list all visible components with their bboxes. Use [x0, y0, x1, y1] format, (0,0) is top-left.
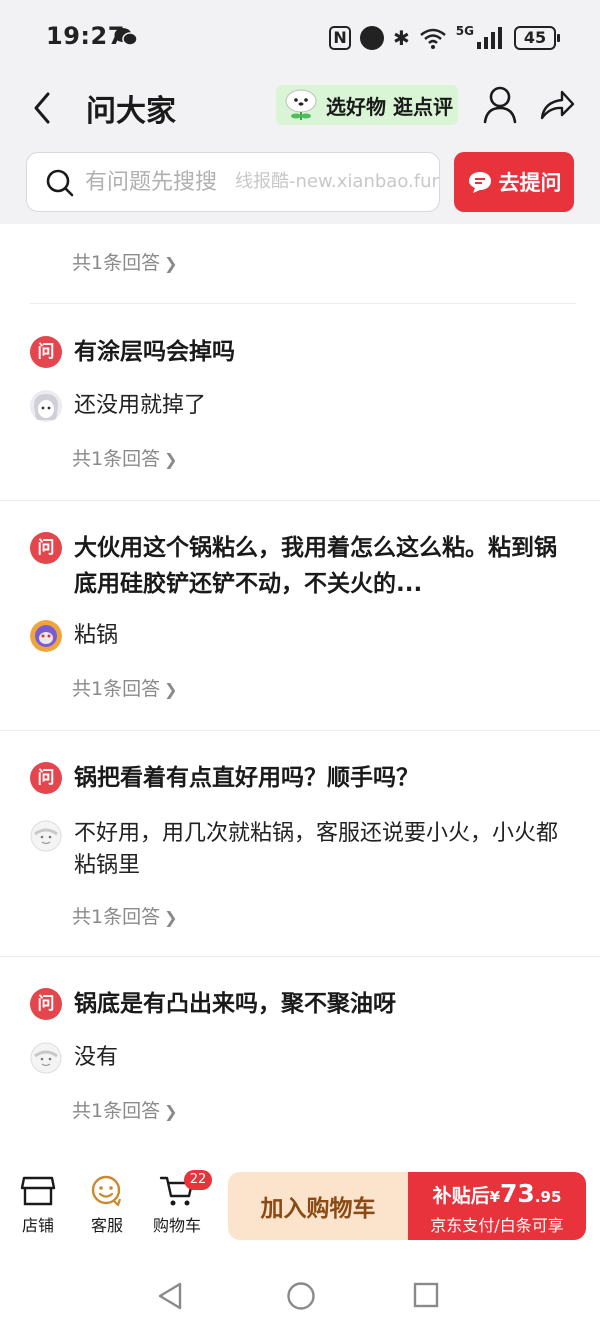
answer-text: 没有	[74, 1045, 119, 1070]
share-icon[interactable]	[538, 88, 576, 122]
buy-price-decimal: .95	[534, 1188, 562, 1206]
qa-list: 共1条回答 ❯ 问 有涂层吗会掉吗 还没用就掉了 共1条回答 ❯ 问 大伙用这个…	[0, 224, 600, 1150]
wifi-icon	[419, 28, 446, 49]
ask-question-button[interactable]: 去提问	[454, 152, 574, 212]
question-badge: 问	[30, 532, 62, 564]
question-badge: 问	[30, 988, 62, 1020]
question-badge: 问	[30, 762, 62, 794]
nfc-icon: N	[329, 26, 352, 50]
cellular-signal-icon	[477, 27, 502, 49]
watermark-text: 线报酷-new.xianbao.fun	[235, 171, 440, 192]
add-to-cart-button[interactable]: 加入购物车	[228, 1172, 408, 1240]
search-box[interactable]: 线报酷-new.xianbao.fun	[26, 152, 440, 212]
cart-count-badge: 22	[184, 1170, 212, 1190]
answer-count-link[interactable]: 共1条回答 ❯	[72, 674, 178, 701]
answer-count-label: 共1条回答	[72, 448, 161, 470]
speech-bubble-icon	[468, 172, 491, 193]
customer-service-icon	[91, 1175, 122, 1207]
network-type-label: 5G	[455, 24, 474, 38]
alarm-icon	[360, 26, 385, 50]
answer-count-label: 共1条回答	[72, 678, 161, 700]
chevron-right-icon: ❯	[164, 450, 178, 469]
buy-subtitle: 京东支付/白条可享	[430, 1216, 564, 1235]
avatar-anime-girl-icon	[30, 390, 62, 422]
ask-question-label: 去提问	[498, 171, 562, 195]
answer-count-label: 共1条回答	[72, 906, 161, 928]
buy-price-line: 补贴后¥73.95	[408, 1179, 586, 1208]
cart-label: 购物车	[152, 1216, 201, 1235]
promo-entry[interactable]: 选好物 逛点评	[276, 85, 458, 125]
search-input[interactable]	[85, 153, 235, 211]
question-text[interactable]: 大伙用这个锅粘么，我用着怎么这么粘。粘到锅底用硅胶铲还铲不动，不关火的...	[74, 530, 574, 602]
avatar-hero-icon	[30, 620, 62, 652]
answer-count-label: 共1条回答	[72, 252, 161, 274]
battery-icon: 45	[514, 26, 560, 50]
search-row: 线报酷-new.xianbao.fun 去提问	[0, 152, 600, 214]
user-icon[interactable]	[482, 84, 518, 124]
avatar-default-icon	[30, 820, 62, 852]
avatar	[30, 820, 62, 852]
answer-count-link[interactable]: 共1条回答 ❯	[72, 1096, 178, 1123]
page-title: 问大家	[86, 94, 176, 129]
answer-count-label: 共1条回答	[72, 1100, 161, 1122]
qa-item: 问 锅底是有凸出来吗，聚不聚油呀 没有 共1条回答 ❯	[0, 956, 600, 1150]
answer-count-link[interactable]: 共1条回答 ❯	[72, 902, 178, 929]
system-nav-bar	[0, 1250, 600, 1329]
app-screen: 19:27 N ✱ 5G 45 问大家 选好物 逛点评 有问题先搜搜 线报酷-n…	[0, 0, 600, 1329]
mascot-dog-icon	[285, 89, 317, 120]
avatar	[30, 620, 62, 652]
status-bar: 19:27 N ✱ 5G 45	[0, 0, 600, 76]
service-label: 客服	[90, 1216, 123, 1235]
bluetooth-icon: ✱	[393, 26, 410, 50]
question-text[interactable]: 有涂层吗会掉吗	[74, 334, 574, 370]
back-arrow-icon[interactable]	[28, 88, 58, 128]
buy-prefix: 补贴后	[432, 1185, 490, 1207]
cart-button[interactable]: 22 购物车	[142, 1170, 212, 1236]
bottom-action-bar: 店铺 客服 22 购物车 加入购物车 补贴后¥73.95 京东支付/白条可享	[0, 1150, 600, 1250]
answer-text: 还没用就掉了	[74, 393, 207, 418]
qa-item: 问 锅把看着有点直好用吗？顺手吗？ 不好用，用几次就粘锅，客服还说要小火，小火都…	[0, 730, 600, 956]
chevron-right-icon: ❯	[164, 1102, 178, 1121]
answer-count-link[interactable]: 共1条回答 ❯	[72, 444, 178, 471]
promo-label: 选好物 逛点评	[326, 94, 453, 119]
buy-price-integer: 73	[500, 1179, 535, 1208]
store-button[interactable]: 店铺	[3, 1174, 73, 1236]
chevron-right-icon: ❯	[164, 680, 178, 699]
question-text[interactable]: 锅底是有凸出来吗，聚不聚油呀	[74, 986, 574, 1022]
qa-item: 问 大伙用这个锅粘么，我用着怎么这么粘。粘到锅底用硅胶铲还铲不动，不关火的...…	[0, 500, 600, 730]
status-icons: N ✱ 5G 45	[329, 24, 560, 52]
answer-count-link[interactable]: 共1条回答 ❯	[72, 248, 178, 275]
add-to-cart-label: 加入购物车	[260, 1196, 376, 1222]
store-label: 店铺	[21, 1216, 54, 1235]
wechat-icon	[114, 28, 138, 46]
service-button[interactable]: 客服	[72, 1174, 142, 1236]
avatar-default-icon	[30, 1042, 62, 1074]
question-badge: 问	[30, 336, 62, 368]
buy-now-button[interactable]: 补贴后¥73.95 京东支付/白条可享	[408, 1172, 586, 1240]
buy-currency: ¥	[489, 1188, 501, 1206]
qa-item: 问 有涂层吗会掉吗 还没用就掉了 共1条回答 ❯	[0, 304, 600, 500]
qa-item: 共1条回答 ❯	[0, 224, 600, 304]
chevron-right-icon: ❯	[164, 908, 178, 927]
store-icon	[20, 1176, 56, 1206]
answer-text: 粘锅	[74, 623, 119, 648]
search-icon	[46, 169, 74, 197]
nav-back-icon[interactable]	[156, 1280, 186, 1312]
avatar	[30, 1042, 62, 1074]
answer-text: 不好用，用几次就粘锅，客服还说要小火，小火都粘锅里	[74, 821, 559, 878]
question-text[interactable]: 锅把看着有点直好用吗？顺手吗？	[74, 760, 574, 796]
avatar	[30, 390, 62, 422]
chevron-right-icon: ❯	[164, 254, 178, 273]
nav-recents-icon[interactable]	[413, 1282, 439, 1308]
header: 问大家 选好物 逛点评	[0, 76, 600, 146]
nav-home-icon[interactable]	[286, 1281, 316, 1311]
